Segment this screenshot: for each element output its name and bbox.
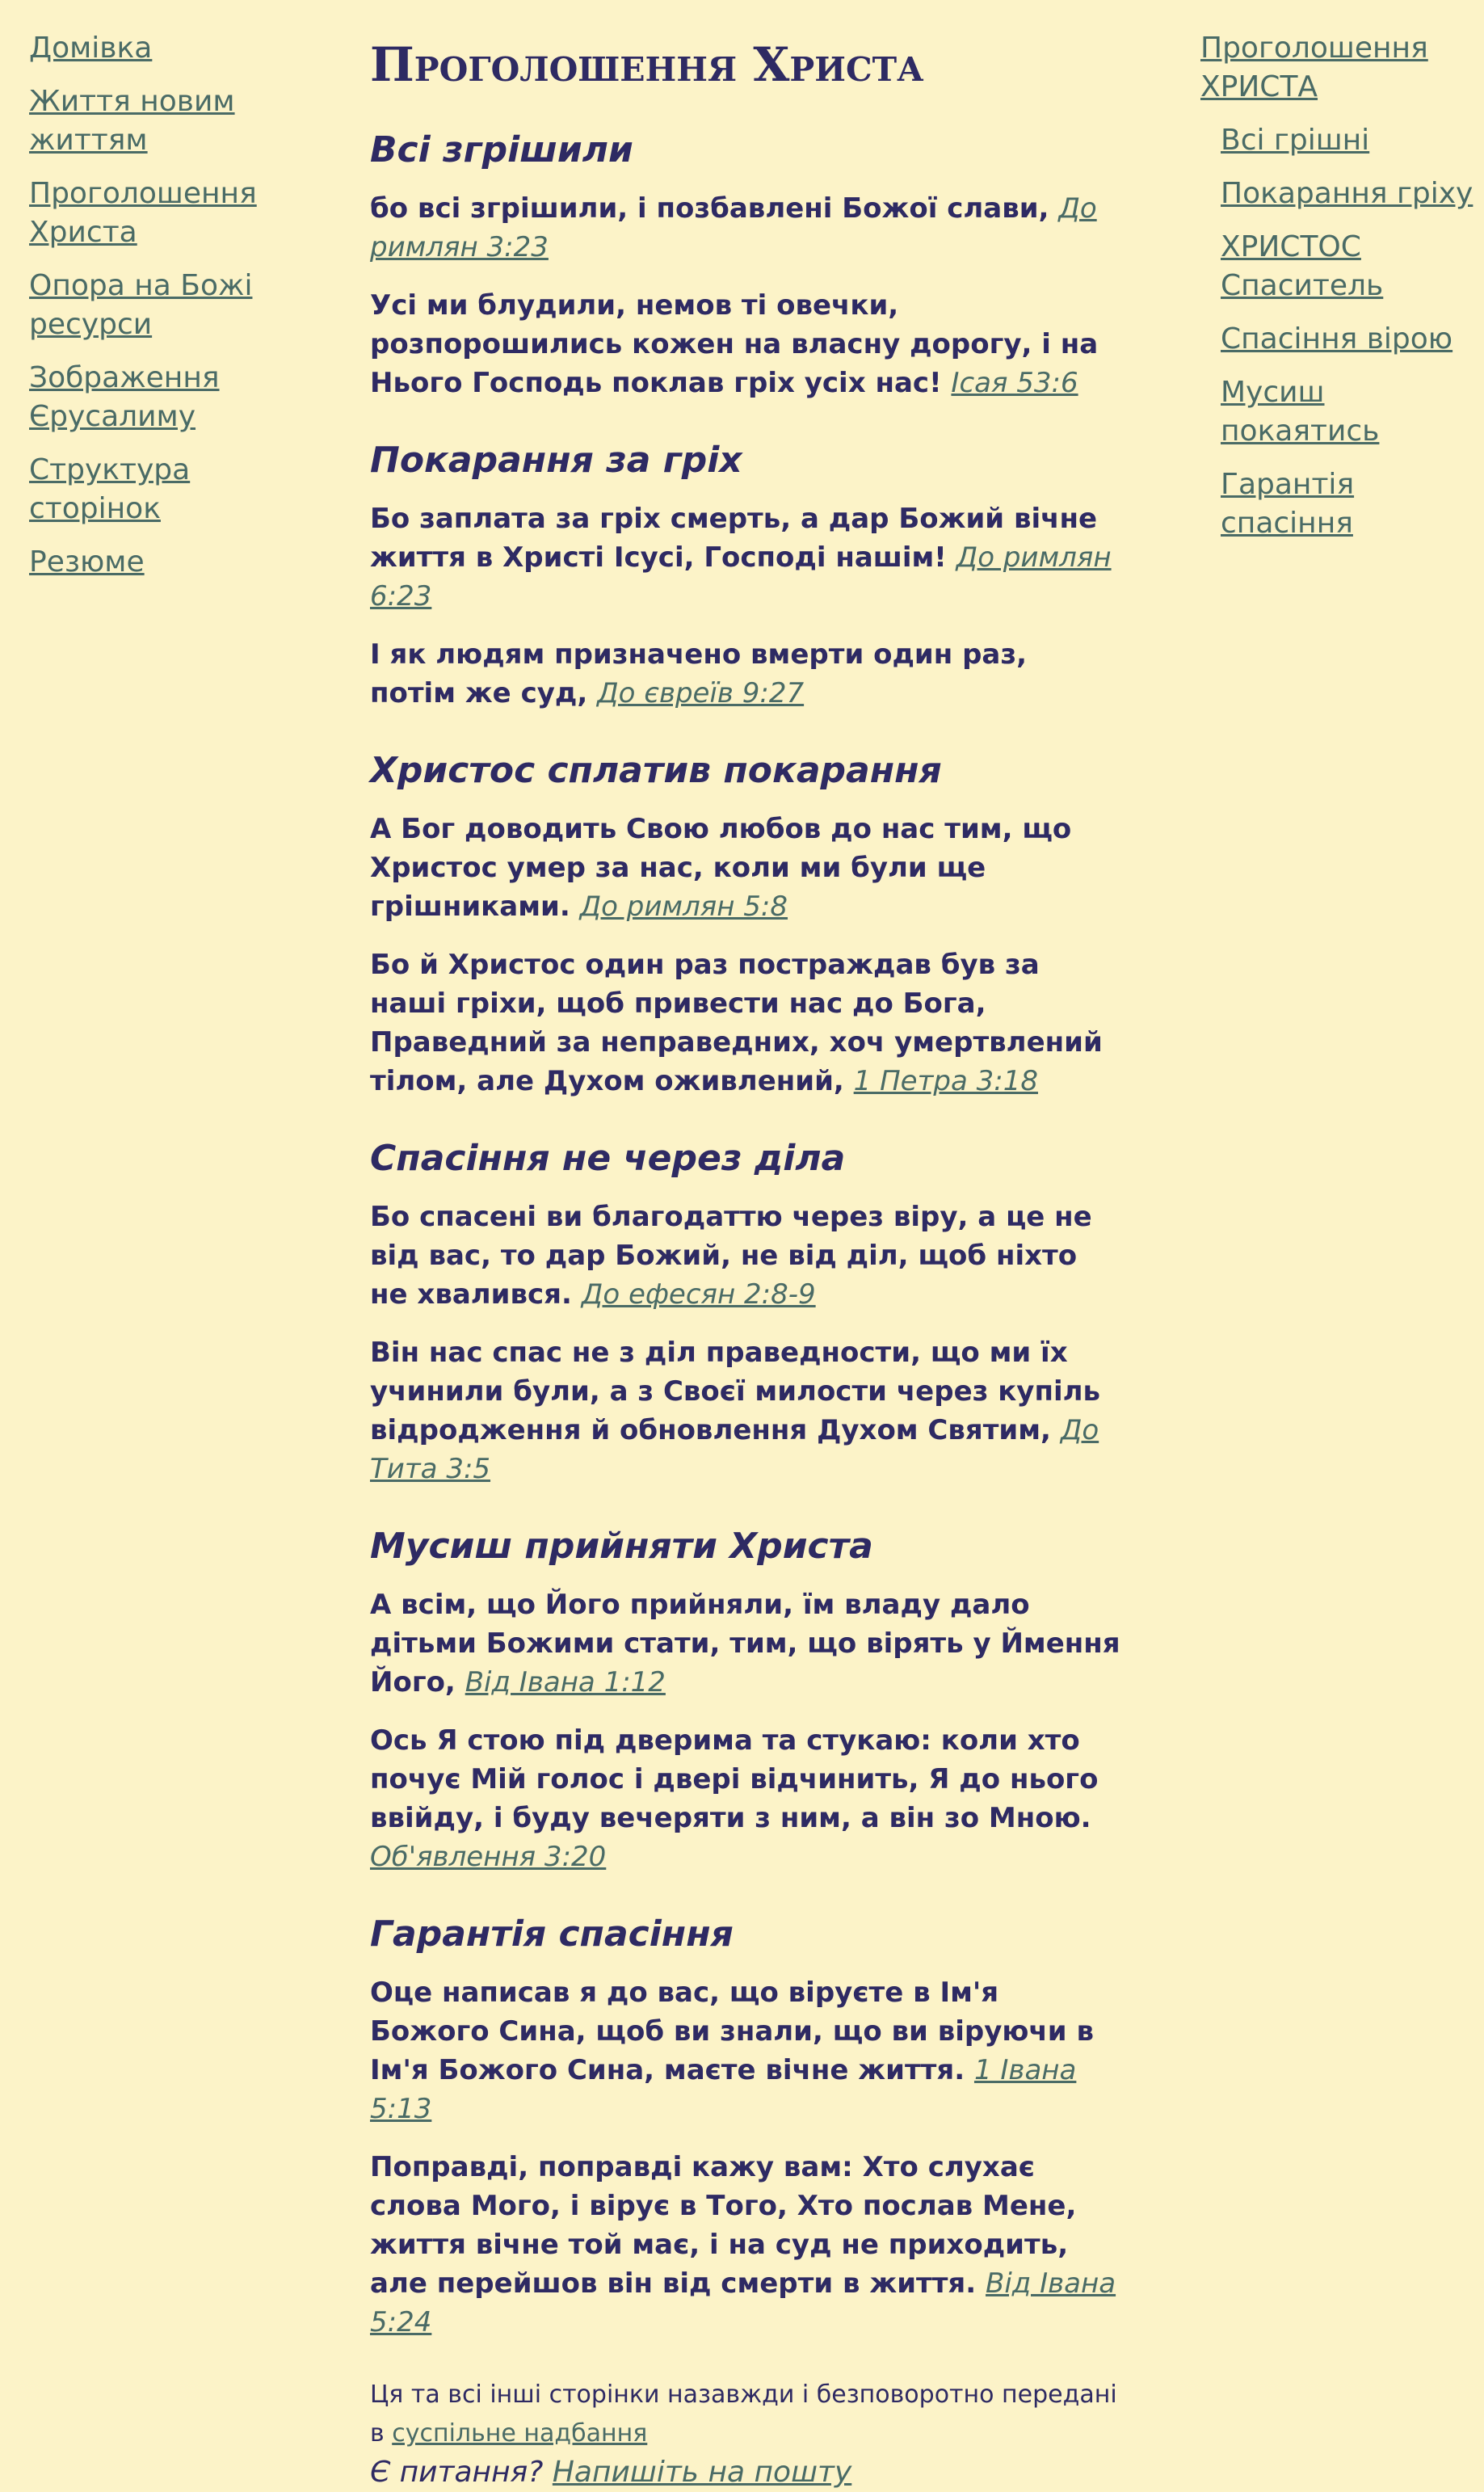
toc-link-all-sinners[interactable]: Всі грішні xyxy=(1221,121,1475,160)
verse: А Бог доводить Свою любов до нас тим, що… xyxy=(370,810,1121,926)
table-of-contents: Проголошення ХРИСТА Всі грішні Покарання… xyxy=(1200,29,1475,558)
nav-link-page-structure[interactable]: Структура сторінок xyxy=(29,451,271,528)
verse: Бо спасені ви благодаттю через віру, а ц… xyxy=(370,1198,1121,1314)
section-title: Всі згрішили xyxy=(370,129,633,170)
toc-link-proclaim-christ[interactable]: Проголошення ХРИСТА xyxy=(1200,29,1475,107)
nav-link-summary[interactable]: Резюме xyxy=(29,543,271,582)
verse-reference-link[interactable]: До римлян 5:8 xyxy=(580,890,788,923)
section-sin-penalty: Покарання за гріх Бо заплата за гріх сме… xyxy=(370,436,1121,713)
nav-link-god-resources[interactable]: Опора на Божі ресурси xyxy=(29,267,271,344)
section-not-by-works: Спасіння не через діла Бо спасені ви бла… xyxy=(370,1134,1121,1488)
contact-line: Є питання? Напишіть на пошту xyxy=(370,2453,1121,2492)
toc-link-assurance[interactable]: Гарантія спасіння xyxy=(1221,465,1475,543)
public-domain-notice: Ця та всі інші сторінки назавжди і безпо… xyxy=(370,2376,1121,2453)
verse-reference-link[interactable]: До ефесян 2:8-9 xyxy=(582,1278,816,1311)
contact-question: Є питання? xyxy=(370,2456,553,2489)
contact-email-link[interactable]: Напишіть на пошту xyxy=(553,2456,851,2489)
public-domain-link[interactable]: суспільне надбання xyxy=(392,2419,647,2448)
page-footer: Ця та всі інші сторінки назавжди і безпо… xyxy=(370,2376,1121,2492)
section-all-sinned: Всі згрішили бо всі згрішили, і позбавле… xyxy=(370,126,1121,402)
verse-reference-link[interactable]: Об'явлення 3:20 xyxy=(370,1841,606,1873)
nav-link-jerusalem-images[interactable]: Зображення Єрусалиму xyxy=(29,359,271,436)
section-title: Покарання за гріх xyxy=(370,440,742,481)
verse: бо всі згрішили, і позбавлені Божої слав… xyxy=(370,189,1121,267)
page-title: Проголошення Христа xyxy=(370,37,924,92)
section-christ-paid: Христос сплатив покарання А Бог доводить… xyxy=(370,747,1121,1101)
section-assurance: Гарантія спасіння Оце написав я до вас, … xyxy=(370,1910,1121,2342)
verse: Ось Я стою під дверима та стукаю: коли х… xyxy=(370,1721,1121,1876)
verse-text: Поправді, поправді кажу вам: Хто слухає … xyxy=(370,2151,1077,2300)
nav-link-new-life[interactable]: Життя новим життям xyxy=(29,82,271,160)
verse-reference-link[interactable]: До євреїв 9:27 xyxy=(597,677,804,709)
verse: Поправді, поправді кажу вам: Хто слухає … xyxy=(370,2148,1121,2342)
verse: Він нас спас не з діл праведности, що ми… xyxy=(370,1333,1121,1488)
nav-link-proclaim-christ[interactable]: Проголошення Христа xyxy=(29,175,271,252)
section-receive-christ: Мусиш прийняти Христа А всім, що Його пр… xyxy=(370,1522,1121,1876)
section-title: Христос сплатив покарання xyxy=(370,750,942,791)
nav-link-home[interactable]: Домівка xyxy=(29,29,271,68)
verse-text: Ось Я стою під дверима та стукаю: коли х… xyxy=(370,1724,1099,1834)
section-title: Мусиш прийняти Христа xyxy=(370,1526,873,1567)
verse-reference-link[interactable]: Ісая 53:6 xyxy=(951,367,1078,399)
verse: Бо заплата за гріх смерть, а дар Божий в… xyxy=(370,499,1121,616)
toc-link-christ-savior[interactable]: ХРИСТОС Спаситель xyxy=(1221,228,1475,305)
verse-text: Він нас спас не з діл праведности, що ми… xyxy=(370,1337,1101,1446)
verse: І як людям призначено вмерти один раз, п… xyxy=(370,635,1121,713)
verse: А всім, що Його прийняли, їм владу дало … xyxy=(370,1585,1121,1702)
toc-link-salvation-faith[interactable]: Спасіння вірою xyxy=(1221,320,1475,359)
verse: Оце написав я до вас, що віруєте в Ім'я … xyxy=(370,1973,1121,2128)
toc-link-sin-penalty[interactable]: Покарання гріху xyxy=(1221,175,1475,213)
verse-reference-link[interactable]: 1 Петра 3:18 xyxy=(854,1065,1038,1097)
verse-text: бо всі згрішили, і позбавлені Божої слав… xyxy=(370,192,1059,225)
verse: Бо й Христос один раз постраждав був за … xyxy=(370,945,1121,1101)
section-title: Спасіння не через діла xyxy=(370,1138,846,1179)
section-title: Гарантія спасіння xyxy=(370,1913,734,1955)
main-content: Проголошення Христа Всі згрішили бо всі … xyxy=(370,32,1121,2492)
left-navigation: Домівка Життя новим життям Проголошення … xyxy=(29,29,271,596)
toc-link-must-repent[interactable]: Мусиш покаятись xyxy=(1221,373,1475,451)
verse: Усі ми блудили, немов ті овечки, розпоро… xyxy=(370,286,1121,402)
verse-reference-link[interactable]: Від Івана 1:12 xyxy=(465,1666,666,1699)
